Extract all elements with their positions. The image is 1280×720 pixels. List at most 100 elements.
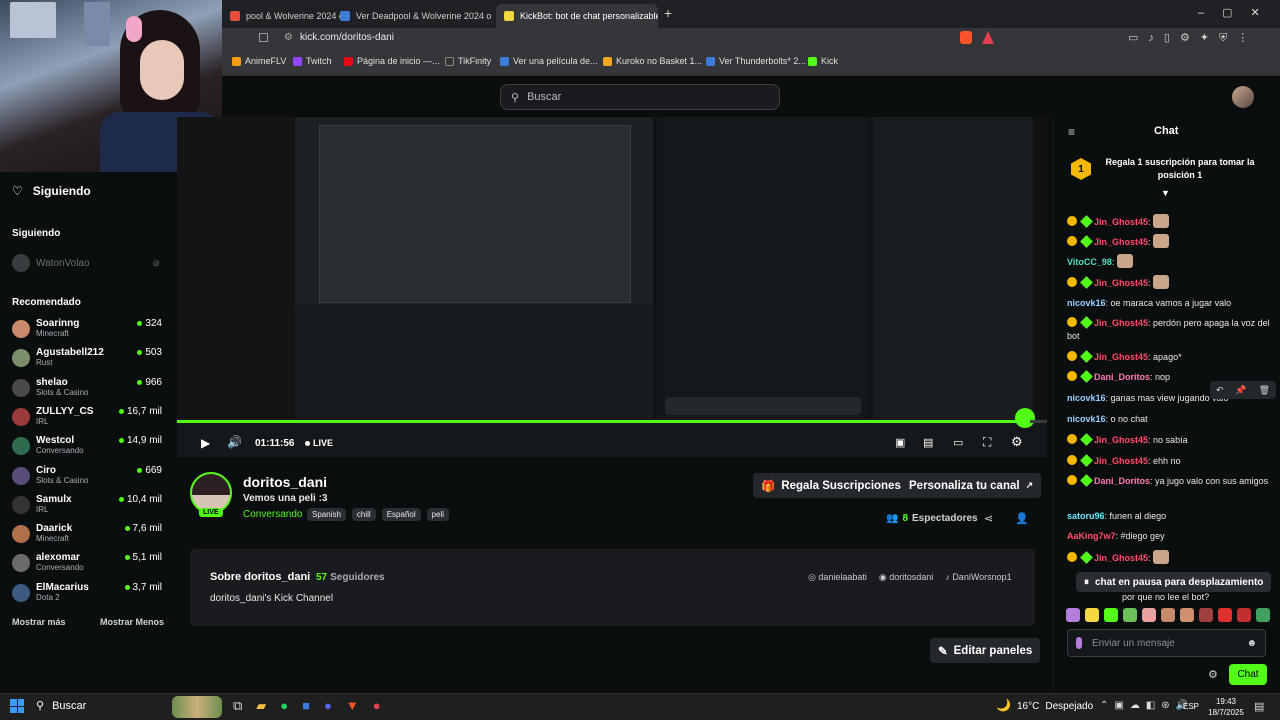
gift-banner-text[interactable]: Regala 1 suscripción para tomar la posic… xyxy=(1100,156,1260,182)
clock[interactable]: 19:43 18/7/2025 xyxy=(1204,696,1248,718)
chat-username[interactable]: Jin_Ghost45 xyxy=(1094,553,1148,563)
play-icon[interactable]: ▶ xyxy=(201,436,210,450)
customize-channel-button[interactable]: Personaliza tu canal ↗ xyxy=(901,473,1042,498)
bookmark-item[interactable]: TikFinity xyxy=(445,56,491,66)
site-info-icon[interactable]: ⚙ xyxy=(284,32,293,43)
user-avatar[interactable] xyxy=(1232,86,1254,108)
chat-send-button[interactable]: Chat xyxy=(1229,664,1267,685)
browser-tab[interactable]: Ver Deadpool & Wolverine 2024 onli xyxy=(332,4,492,28)
chat-username[interactable]: Dani_Doritos xyxy=(1094,476,1150,486)
whatsapp-icon[interactable]: ● xyxy=(280,698,288,714)
emote-icon[interactable] xyxy=(1199,608,1213,622)
brave-icon[interactable]: ▼ xyxy=(346,698,359,714)
volume-icon[interactable]: 🔊 xyxy=(227,435,242,449)
bookmark-item[interactable]: Twitch xyxy=(293,56,332,66)
language-indicator[interactable]: ESP xyxy=(1183,702,1199,711)
stream-category[interactable]: Conversando xyxy=(243,509,302,520)
chat-username[interactable]: Jin_Ghost45 xyxy=(1094,352,1148,362)
share-icon[interactable]: ⋖ xyxy=(984,512,993,525)
chat-message[interactable]: Jin_Ghost45: apago* xyxy=(1067,350,1272,364)
chat-message[interactable]: VitoCC_98: xyxy=(1067,254,1272,269)
sidebar-channel-item[interactable]: Daarick Minecraft 7,6 mil xyxy=(12,523,162,551)
url-text[interactable]: kick.com/doritos-dani xyxy=(300,32,394,43)
chat-paused-banner[interactable]: ⏸ chat en pausa para desplazamiento xyxy=(1076,572,1272,592)
chat-input[interactable]: Enviar un mensaje ☻ xyxy=(1067,629,1266,657)
weather-widget[interactable]: 16°C Despejado xyxy=(1017,701,1093,712)
chat-settings-icon[interactable]: ⚙ xyxy=(1208,668,1218,681)
bookmark-item[interactable]: Página de inicio —... xyxy=(344,56,440,66)
chat-username[interactable]: Jin_Ghost45 xyxy=(1094,435,1148,445)
task-view-icon[interactable]: ⧉ xyxy=(233,698,242,714)
sidebar-channel-item[interactable]: Soarinng Minecraft 324 xyxy=(12,318,162,346)
bookmark-item[interactable]: Kuroko no Basket 1... xyxy=(603,56,702,66)
sidebar-channel-item[interactable]: Ciro Slots & Casino 669 xyxy=(12,465,162,493)
chat-username[interactable]: nicovk16 xyxy=(1067,414,1106,424)
tag-chip[interactable]: Español xyxy=(381,508,421,521)
emote-icon[interactable] xyxy=(1085,608,1099,622)
theater-icon[interactable]: ▣ xyxy=(895,436,905,449)
show-less-button[interactable]: Mostrar Menos xyxy=(100,617,164,627)
notifications-icon[interactable]: ▤ xyxy=(1254,700,1264,713)
chat-username[interactable]: nicovk16 xyxy=(1067,298,1106,308)
brave-shield-icon[interactable] xyxy=(960,31,972,44)
sidebar-channel-item[interactable]: ElMacarius Dota 2 3,7 mil xyxy=(12,582,162,610)
chat-username[interactable]: Dani_Doritos xyxy=(1094,372,1150,382)
social-link-discord[interactable]: ◉ doritosdani xyxy=(879,572,933,583)
chat-message[interactable]: Jin_Ghost45: xyxy=(1067,234,1272,249)
sidebar-channel-item[interactable]: shelao Slots & Casino 966 xyxy=(12,377,162,405)
bookmark-item[interactable]: Ver Thunderbolts* 2... xyxy=(706,56,806,66)
emote-icon[interactable] xyxy=(1218,608,1232,622)
chat-username[interactable]: Jin_Ghost45 xyxy=(1094,318,1148,328)
system-tray-icons[interactable]: ⌃▣☁◧⊛🔊 xyxy=(1100,700,1194,711)
discord-icon[interactable]: ● xyxy=(324,698,332,714)
window-controls[interactable]: –▢✕ xyxy=(1198,6,1278,19)
delete-icon[interactable]: 🗑 xyxy=(1259,385,1270,396)
pip-icon[interactable]: ▤ xyxy=(923,436,933,449)
video-player[interactable] xyxy=(177,117,1047,457)
microphone-icon[interactable] xyxy=(1076,637,1082,649)
chat-message[interactable]: satoru96: funen al diego xyxy=(1067,510,1272,523)
chat-username[interactable]: AaKing7w7 xyxy=(1067,531,1116,541)
add-user-icon[interactable]: 👤 xyxy=(1015,512,1029,525)
taskbar-widget-image[interactable] xyxy=(172,696,222,718)
windows-start-icon[interactable] xyxy=(10,699,24,713)
chat-username[interactable]: satoru96 xyxy=(1067,511,1105,521)
chat-message[interactable]: AaKing7w7: #diego gey xyxy=(1067,530,1272,543)
chat-message[interactable]: Jin_Ghost45: xyxy=(1067,214,1272,229)
sidebar-channel-item[interactable]: Samulx IRL 10,4 mil xyxy=(12,494,162,522)
emote-icon[interactable] xyxy=(1256,608,1270,622)
emote-icon[interactable] xyxy=(1104,608,1118,622)
emote-icon[interactable] xyxy=(1123,608,1137,622)
tag-chip[interactable]: Spanish xyxy=(307,508,346,521)
sidebar-channel-item[interactable]: Westcol Conversando 14,9 mil xyxy=(12,435,162,463)
live-indicator[interactable]: LIVE xyxy=(305,438,333,448)
emote-icon[interactable] xyxy=(1066,608,1080,622)
show-more-button[interactable]: Mostrar más xyxy=(12,617,66,627)
emote-icon[interactable] xyxy=(1161,608,1175,622)
cast-icon[interactable]: ▭ xyxy=(953,436,963,449)
pin-icon[interactable]: 📌 xyxy=(1235,385,1246,396)
edit-panels-button[interactable]: ✎ Editar paneles xyxy=(930,638,1041,663)
chat-message[interactable]: Jin_Ghost45: xyxy=(1067,550,1272,565)
collapse-chat-icon[interactable]: ≡ xyxy=(1068,125,1075,139)
chat-username[interactable]: nicovk16 xyxy=(1067,393,1106,403)
chat-message[interactable]: Jin_Ghost45: xyxy=(1067,275,1272,290)
chat-username[interactable]: VitoCC_98 xyxy=(1067,257,1112,267)
sidebar-following-header[interactable]: ♡ Siguiendo xyxy=(12,184,91,198)
bookmark-item[interactable]: AnimeFLV xyxy=(232,56,286,66)
chat-message[interactable]: Jin_Ghost45: no sabía xyxy=(1067,433,1272,447)
emote-icon[interactable] xyxy=(1180,608,1194,622)
sidebar-channel-item[interactable]: Agustabell212 Rust 503 xyxy=(12,347,162,375)
settings-icon[interactable]: ⚙ xyxy=(1011,434,1023,450)
sidebar-channel-item[interactable]: ZULLYY_CS IRL 16,7 mil xyxy=(12,406,162,434)
chat-username[interactable]: Jin_Ghost45 xyxy=(1094,456,1148,466)
file-explorer-icon[interactable]: ▰ xyxy=(256,698,266,714)
chat-message[interactable]: Dani_Doritos: ya jugo valo con sus amigo… xyxy=(1067,474,1272,488)
new-tab-icon[interactable]: + xyxy=(664,5,672,21)
tag-chip[interactable]: chill xyxy=(351,508,376,521)
chat-message[interactable]: Jin_Ghost45: perdón pero apaga la voz de… xyxy=(1067,316,1272,343)
emote-icon[interactable] xyxy=(1237,608,1251,622)
toolbar-icons[interactable]: ▭♪▯⚙✦⛨⋮ xyxy=(1128,31,1258,45)
chat-username[interactable]: Jin_Ghost45 xyxy=(1094,278,1148,288)
emote-icon[interactable] xyxy=(1142,608,1156,622)
